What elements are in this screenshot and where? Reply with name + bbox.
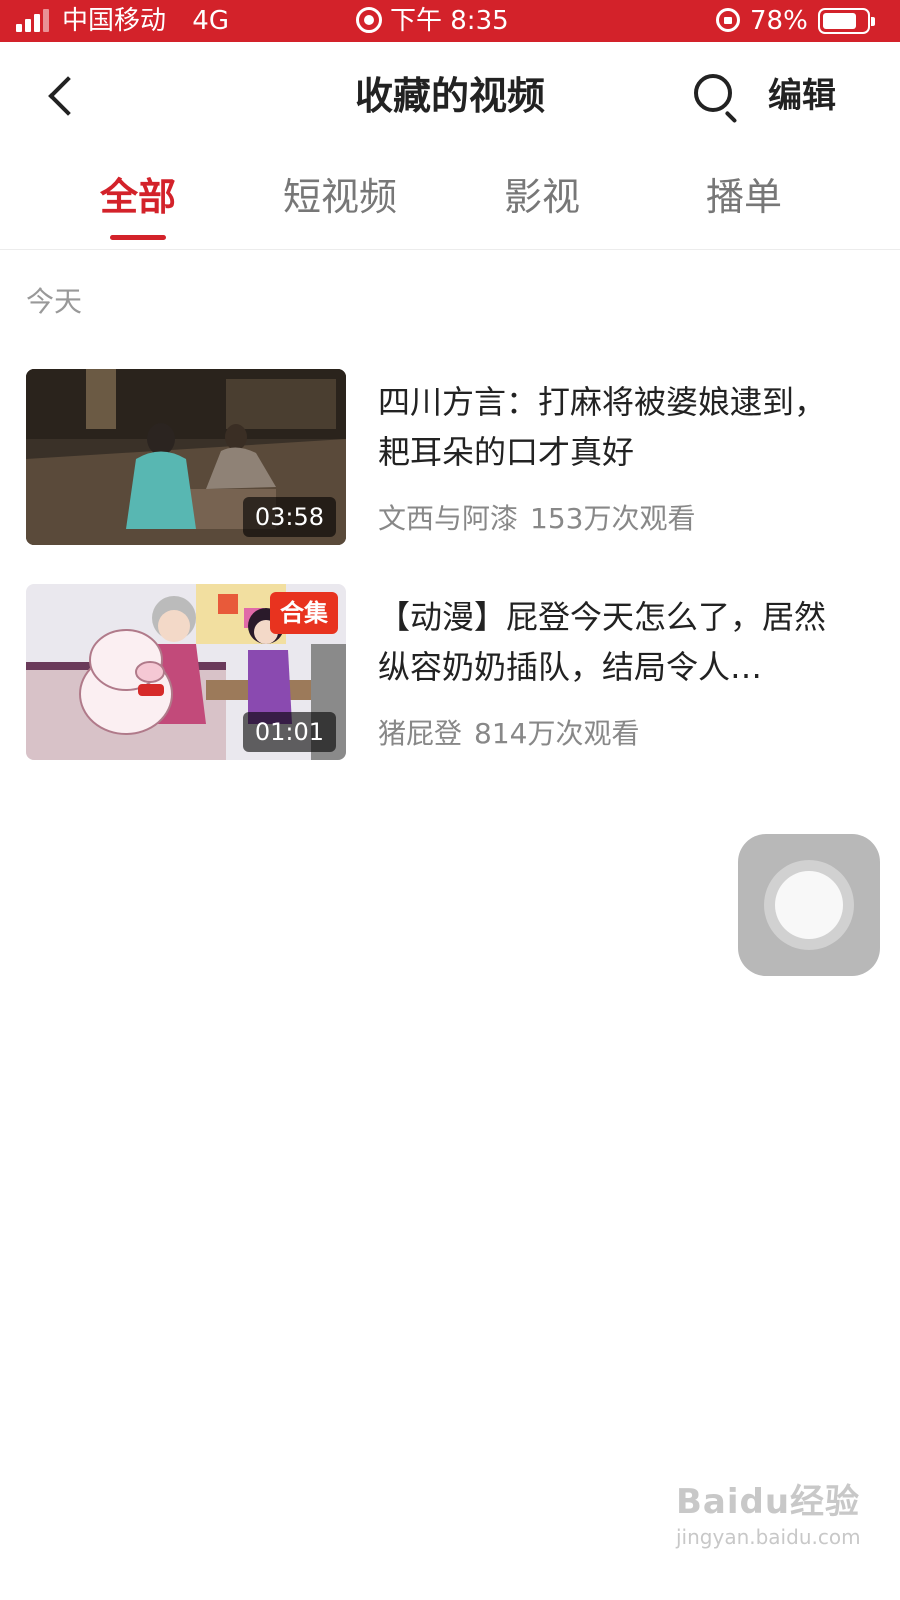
search-icon (694, 74, 732, 112)
video-thumbnail[interactable]: 合集 01:01 (26, 584, 346, 760)
active-tab-indicator (110, 235, 166, 240)
rotation-lock-icon (716, 8, 740, 32)
video-title[interactable]: 四川方言：打麻将被婆娘逮到，耙耳朵的口才真好 (378, 377, 848, 477)
search-icon-handle (724, 110, 738, 124)
signal-icon (16, 8, 56, 32)
battery-percent: 78% (750, 6, 808, 36)
tab-short-video[interactable]: 短视频 (250, 172, 430, 222)
watermark-url: jingyan.baidu.com (676, 1525, 861, 1549)
tab-playlist[interactable]: 播单 (654, 172, 834, 222)
clock: 下午 8:35 (356, 0, 509, 42)
video-views: 153万次观看 (530, 502, 696, 535)
tab-film-tv[interactable]: 影视 (452, 172, 632, 222)
video-author: 猪屁登 (378, 717, 463, 750)
video-meta: 猪屁登 814万次观看 (378, 712, 639, 752)
video-title[interactable]: 【动漫】屁登今天怎么了，居然纵容奶奶插队，结局令人… (378, 592, 848, 692)
assistive-touch-dot (775, 871, 843, 939)
search-button[interactable] (688, 68, 744, 124)
video-list-item[interactable]: 合集 01:01 【动漫】屁登今天怎么了，居然纵容奶奶插队，结局令人… 猪屁登 8… (0, 584, 900, 764)
status-bar: 中国移动 4G 下午 8:35 78% (0, 0, 900, 42)
carrier-info: 中国移动 4G (62, 0, 229, 42)
page-title: 收藏的视频 (354, 74, 545, 118)
back-button[interactable] (36, 68, 92, 124)
tab-all[interactable]: 全部 (48, 172, 228, 222)
screen-record-icon (356, 7, 382, 33)
edit-button[interactable]: 编辑 (768, 68, 836, 124)
assistive-touch-button[interactable] (738, 834, 880, 976)
section-header-today: 今天 (26, 285, 83, 318)
video-views: 814万次观看 (474, 717, 640, 750)
battery-icon (818, 8, 875, 34)
network-type: 4G (192, 6, 229, 36)
baidu-jingyan-watermark: Baidu经验 jingyan.baidu.com (676, 1474, 861, 1549)
video-duration: 01:01 (242, 712, 336, 752)
time-text: 下午 8:35 (390, 6, 509, 36)
battery-fill (823, 13, 856, 29)
video-thumbnail[interactable]: 03:58 (26, 369, 346, 545)
carrier-name: 中国移动 (62, 6, 167, 36)
video-meta: 文西与阿漆 153万次观看 (378, 497, 695, 537)
video-list-item[interactable]: 03:58 四川方言：打麻将被婆娘逮到，耙耳朵的口才真好 文西与阿漆 153万次观… (0, 369, 900, 549)
tab-bar: 全部 短视频 影视 播单 (0, 160, 900, 250)
video-author: 文西与阿漆 (378, 502, 519, 535)
video-duration: 03:58 (242, 497, 336, 537)
collection-badge: 合集 (270, 592, 338, 634)
watermark-brand: Baidu经验 (676, 1482, 861, 1522)
